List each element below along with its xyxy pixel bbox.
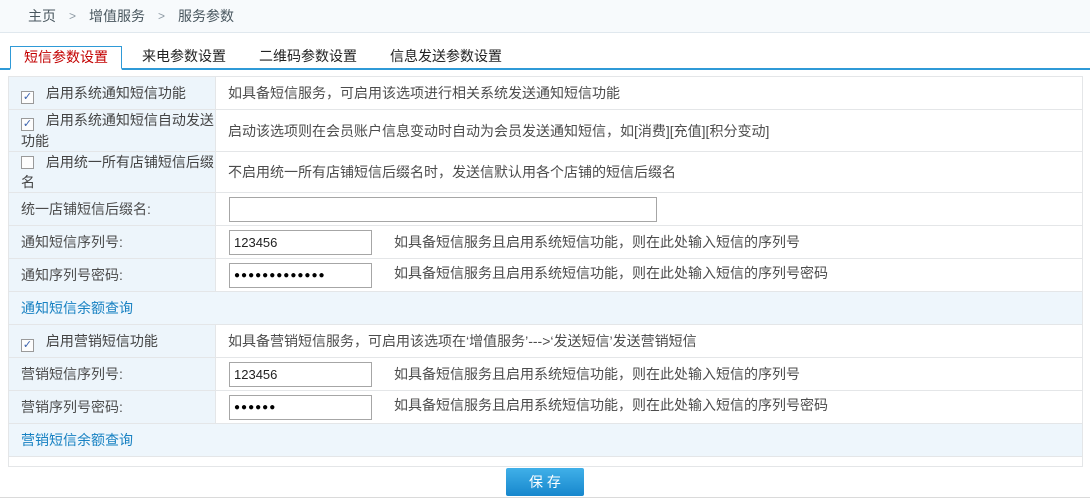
- tab-message-send-params[interactable]: 信息发送参数设置: [377, 46, 515, 68]
- table-row: 通知短信余额查询: [9, 292, 1083, 325]
- breadcrumb: 主页 > 增值服务 > 服务参数: [0, 0, 1090, 33]
- checkbox-label: 启用系统通知短信功能: [46, 85, 186, 101]
- checkbox-enable-marketing-sms[interactable]: ✓: [21, 339, 34, 352]
- table-row: 营销短信余额查询: [9, 424, 1083, 457]
- marketing-serial-password-input[interactable]: [229, 395, 372, 420]
- row-description: 如具备短信服务且启用系统短信功能，则在此处输入短信的序列号密码: [394, 265, 828, 281]
- row-description: 如具备营销短信服务，可启用该选项在‘增值服务’--->‘发送短信’发送营销短信: [228, 333, 697, 349]
- notify-sms-serial-input[interactable]: [229, 230, 372, 255]
- marketing-sms-balance-link[interactable]: 营销短信余额查询: [21, 432, 133, 448]
- checkmark-icon: ✓: [23, 340, 32, 351]
- checkbox-label: 启用系统通知短信自动发送功能: [21, 112, 214, 149]
- table-row: 营销短信序列号: 如具备短信服务且启用系统短信功能，则在此处输入短信的序列号: [9, 358, 1083, 391]
- notify-serial-password-input[interactable]: [229, 263, 372, 288]
- tab-sms-params[interactable]: 短信参数设置: [10, 46, 122, 70]
- tab-qrcode-params[interactable]: 二维码参数设置: [246, 46, 370, 68]
- save-row: 保 存: [0, 467, 1090, 498]
- notify-sms-balance-link[interactable]: 通知短信余额查询: [21, 300, 133, 316]
- field-label: 通知序列号密码:: [21, 267, 123, 283]
- row-description: 如具备短信服务且启用系统短信功能，则在此处输入短信的序列号密码: [394, 397, 828, 413]
- checkbox-label: 启用营销短信功能: [46, 333, 158, 349]
- table-row: ✓ 启用系统通知短信功能 如具备短信服务，可启用该选项进行相关系统发送通知短信功…: [9, 77, 1083, 110]
- breadcrumb-item-value-added-services[interactable]: 增值服务: [89, 6, 145, 26]
- checkbox-enable-unified-suffix[interactable]: ✓: [21, 156, 34, 169]
- tab-call-params[interactable]: 来电参数设置: [129, 46, 239, 68]
- spacer-row: [9, 457, 1083, 467]
- breadcrumb-item-home[interactable]: 主页: [28, 6, 56, 26]
- checkmark-icon: ✓: [23, 92, 32, 103]
- row-description: 如具备短信服务且启用系统短信功能，则在此处输入短信的序列号: [394, 234, 800, 250]
- row-description: 启动该选项则在会员账户信息变动时自动为会员发送通知短信，如[消费][充值][积分…: [228, 123, 769, 139]
- checkbox-enable-system-notify-sms[interactable]: ✓: [21, 91, 34, 104]
- marketing-sms-serial-input[interactable]: [229, 362, 372, 387]
- breadcrumb-separator: >: [158, 9, 165, 23]
- table-row: 统一店铺短信后缀名:: [9, 193, 1083, 226]
- sms-params-form: ✓ 启用系统通知短信功能 如具备短信服务，可启用该选项进行相关系统发送通知短信功…: [8, 76, 1083, 467]
- tab-bar: 短信参数设置 来电参数设置 二维码参数设置 信息发送参数设置: [0, 46, 1090, 70]
- row-description: 如具备短信服务，可启用该选项进行相关系统发送通知短信功能: [228, 85, 620, 101]
- table-row: ✓ 启用系统通知短信自动发送功能 启动该选项则在会员账户信息变动时自动为会员发送…: [9, 110, 1083, 152]
- table-row: ✓ 启用营销短信功能 如具备营销短信服务，可启用该选项在‘增值服务’--->‘发…: [9, 325, 1083, 358]
- breadcrumb-separator: >: [69, 9, 76, 23]
- breadcrumb-item-service-params[interactable]: 服务参数: [178, 6, 234, 26]
- field-label: 营销短信序列号:: [21, 366, 123, 382]
- table-row: 通知序列号密码: 如具备短信服务且启用系统短信功能，则在此处输入短信的序列号密码: [9, 259, 1083, 292]
- table-row: 通知短信序列号: 如具备短信服务且启用系统短信功能，则在此处输入短信的序列号: [9, 226, 1083, 259]
- table-row: ✓ 启用统一所有店铺短信后缀名 不启用统一所有店铺短信后缀名时，发送信默认用各个…: [9, 152, 1083, 193]
- row-description: 不启用统一所有店铺短信后缀名时，发送信默认用各个店铺的短信后缀名: [228, 164, 676, 180]
- unified-suffix-input[interactable]: [229, 197, 657, 222]
- row-description: 如具备短信服务且启用系统短信功能，则在此处输入短信的序列号: [394, 366, 800, 382]
- save-button[interactable]: 保 存: [506, 468, 584, 496]
- checkmark-icon: ✓: [23, 119, 32, 130]
- field-label: 营销序列号密码:: [21, 399, 123, 415]
- table-row: 营销序列号密码: 如具备短信服务且启用系统短信功能，则在此处输入短信的序列号密码: [9, 391, 1083, 424]
- field-label: 统一店铺短信后缀名:: [21, 201, 151, 217]
- field-label: 通知短信序列号:: [21, 234, 123, 250]
- checkbox-label: 启用统一所有店铺短信后缀名: [21, 154, 214, 190]
- checkbox-enable-auto-send-sms[interactable]: ✓: [21, 118, 34, 131]
